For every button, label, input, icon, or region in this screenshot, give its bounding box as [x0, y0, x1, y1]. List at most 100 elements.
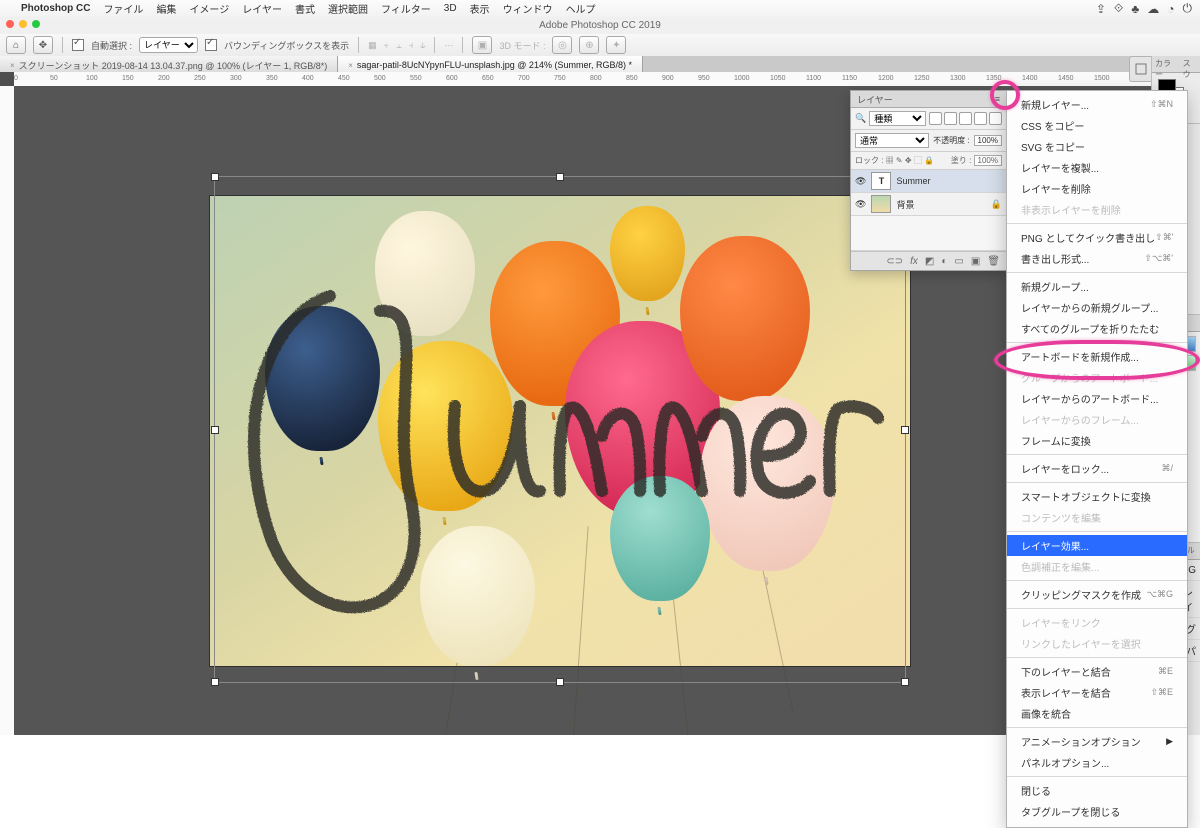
home-button[interactable]: ⌂: [6, 36, 26, 54]
align-icon[interactable]: ⫝: [420, 40, 425, 51]
layers-panel-tab[interactable]: レイヤー ≡: [851, 91, 1006, 108]
blend-mode-select[interactable]: 通常: [855, 133, 929, 148]
menu-item[interactable]: アートボードを新規作成...: [1007, 346, 1187, 367]
document-tab[interactable]: × sagar-patil-8UcNYpynFLU-unsplash.jpg @…: [338, 56, 643, 72]
tray-icon[interactable]: ⏻: [1183, 1, 1193, 16]
handle-s[interactable]: [556, 678, 564, 686]
filter-shape-icon[interactable]: [974, 112, 987, 125]
menu-item[interactable]: レイヤー効果...: [1007, 535, 1187, 556]
auto-select-checkbox[interactable]: [72, 39, 84, 51]
group-icon[interactable]: ▭: [954, 256, 963, 267]
layer-item[interactable]: 👁 T Summer: [851, 170, 1006, 193]
menu-image[interactable]: イメージ: [189, 1, 229, 16]
menu-item[interactable]: CSS をコピー: [1007, 115, 1187, 136]
menu-filter[interactable]: フィルター: [381, 1, 431, 16]
menu-item[interactable]: レイヤーをロック...⌘/: [1007, 458, 1187, 479]
menu-item[interactable]: レイヤーからのアートボード...: [1007, 388, 1187, 409]
opacity-value[interactable]: 100%: [974, 135, 1002, 146]
minimize-icon[interactable]: [19, 20, 27, 28]
tray-icon[interactable]: ♣: [1131, 2, 1139, 16]
panel-menu-icon[interactable]: ≡: [995, 94, 1000, 104]
menu-item[interactable]: 新規グループ...: [1007, 276, 1187, 297]
menu-type[interactable]: 書式: [295, 1, 315, 16]
tray-icon[interactable]: ◔: [1167, 2, 1174, 16]
layers-panel[interactable]: レイヤー ≡ 🔍 種類 通常 不透明度 : 100% ロック : ▦ ✎ ✥ ⬚…: [850, 90, 1007, 271]
layer-thumb[interactable]: [871, 195, 891, 213]
layers-panel-menu[interactable]: 新規レイヤー...⇧⌘NCSS をコピーSVG をコピーレイヤーを複製...レイ…: [1006, 90, 1188, 828]
app-name[interactable]: Photoshop CC: [21, 3, 90, 14]
tab-close-icon[interactable]: ×: [10, 61, 15, 70]
handle-n[interactable]: [556, 173, 564, 181]
3d-mode-icon[interactable]: ⊕: [579, 36, 599, 54]
menu-item[interactable]: スマートオブジェクトに変換: [1007, 486, 1187, 507]
layer-thumb[interactable]: T: [871, 172, 891, 190]
filter-kind-select[interactable]: 種類: [869, 111, 926, 126]
menu-item[interactable]: フレームに変換: [1007, 430, 1187, 451]
side-tab-color[interactable]: カラー スウ: [1152, 56, 1200, 73]
filter-smart-icon[interactable]: [989, 112, 1002, 125]
3d-mode-icon[interactable]: ◎: [552, 36, 572, 54]
tray-icon[interactable]: ☁: [1147, 2, 1159, 16]
menu-view[interactable]: 表示: [470, 1, 490, 16]
tab-label[interactable]: スウ: [1180, 56, 1200, 72]
filter-adjust-icon[interactable]: [944, 112, 957, 125]
align-icon[interactable]: ▦: [368, 40, 377, 51]
menu-item[interactable]: 閉じる: [1007, 780, 1187, 801]
mask-icon[interactable]: ◩: [925, 256, 934, 267]
move-tool-icon[interactable]: ✥: [33, 36, 53, 54]
tab-close-icon[interactable]: ×: [348, 61, 353, 70]
menu-item[interactable]: レイヤーを複製...: [1007, 157, 1187, 178]
more-icon[interactable]: ⋯: [444, 40, 453, 51]
search-icon[interactable]: 🔍: [855, 113, 866, 124]
menu-item[interactable]: 下のレイヤーと結合⌘E: [1007, 661, 1187, 682]
close-icon[interactable]: [6, 20, 14, 28]
menu-item[interactable]: 表示レイヤーを結合⇧⌘E: [1007, 682, 1187, 703]
menu-help[interactable]: ヘルプ: [566, 1, 596, 16]
transform-box[interactable]: [214, 176, 906, 683]
layer-name[interactable]: 背景: [896, 198, 914, 211]
tray-icon[interactable]: ⟐: [1114, 1, 1123, 16]
align-icon[interactable]: ⫠: [396, 40, 401, 51]
handle-e[interactable]: [901, 426, 909, 434]
link-icon[interactable]: ⊂⊃: [886, 256, 903, 267]
handle-sw[interactable]: [211, 678, 219, 686]
traffic-lights[interactable]: [6, 20, 40, 28]
menu-item[interactable]: クリッピングマスクを作成⌥⌘G: [1007, 584, 1187, 605]
eye-icon[interactable]: 👁: [855, 176, 866, 187]
zoom-icon[interactable]: [32, 20, 40, 28]
ruler-horizontal[interactable]: 0501001502002503003504004505005506006507…: [14, 72, 1152, 87]
menu-item[interactable]: すべてのグループを折りたたむ: [1007, 318, 1187, 339]
menu-3d[interactable]: 3D: [444, 3, 457, 14]
menu-layer[interactable]: レイヤー: [242, 1, 282, 16]
layer-item[interactable]: 👁 背景 🔒: [851, 193, 1006, 216]
trash-icon[interactable]: 🗑: [987, 256, 1000, 267]
fx-icon[interactable]: fx: [910, 256, 918, 267]
align-icon[interactable]: ⫟: [384, 40, 389, 51]
layer-name[interactable]: Summer: [896, 176, 930, 186]
menu-item[interactable]: アニメーションオプション▶: [1007, 731, 1187, 752]
align-icon[interactable]: ⫞: [409, 40, 414, 51]
menu-item[interactable]: 画像を統合: [1007, 703, 1187, 724]
tab-label[interactable]: カラー: [1152, 56, 1180, 72]
handle-se[interactable]: [901, 678, 909, 686]
menu-item[interactable]: レイヤーを削除: [1007, 178, 1187, 199]
menu-file[interactable]: ファイル: [103, 1, 143, 16]
adjustment-icon[interactable]: ◐: [941, 256, 947, 267]
handle-w[interactable]: [211, 426, 219, 434]
menu-select[interactable]: 選択範囲: [328, 1, 368, 16]
collapsed-panel-icon[interactable]: [1129, 56, 1152, 82]
filter-pixel-icon[interactable]: [929, 112, 942, 125]
menu-item[interactable]: 新規レイヤー...⇧⌘N: [1007, 94, 1187, 115]
menu-window[interactable]: ウィンドウ: [503, 1, 553, 16]
menu-item[interactable]: PNG としてクイック書き出し⇧⌘': [1007, 227, 1187, 248]
3d-icon[interactable]: ▣: [472, 36, 492, 54]
ruler-vertical[interactable]: [0, 86, 15, 735]
handle-nw[interactable]: [211, 173, 219, 181]
menu-item[interactable]: 書き出し形式...⇧⌥⌘': [1007, 248, 1187, 269]
3d-mode-icon[interactable]: ✦: [606, 36, 626, 54]
fill-value[interactable]: 100%: [974, 155, 1002, 166]
auto-select-mode[interactable]: レイヤー: [139, 37, 198, 53]
document-tab[interactable]: × スクリーンショット 2019-08-14 13.04.37.png @ 10…: [0, 56, 338, 72]
filter-text-icon[interactable]: [959, 112, 972, 125]
menu-edit[interactable]: 編集: [156, 1, 176, 16]
